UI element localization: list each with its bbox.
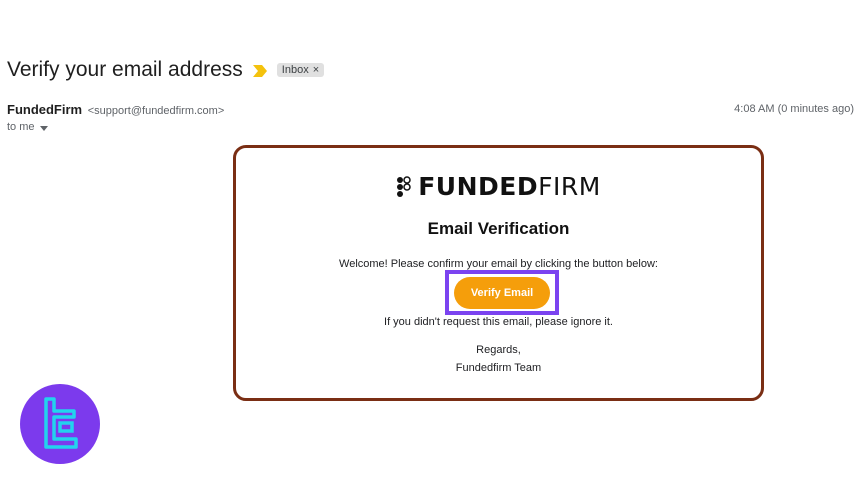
recipient-text: to me: [7, 121, 35, 133]
email-subject: Verify your email address: [7, 58, 243, 81]
welcome-text: Welcome! Please confirm your email by cl…: [339, 258, 658, 270]
regards-text: Regards,: [476, 344, 521, 356]
fundedfirm-logo-icon: [397, 175, 411, 197]
recipient-row[interactable]: to me: [7, 121, 48, 133]
highlight-box: Verify Email: [445, 270, 559, 315]
sender-row: FundedFirm <support@fundedfirm.com>: [7, 102, 224, 117]
subject-row: Verify your email address Inbox ×: [7, 58, 325, 82]
tradingfinder-badge-icon: [20, 384, 100, 464]
verification-title: Email Verification: [427, 219, 570, 238]
verify-email-button[interactable]: Verify Email: [454, 276, 550, 309]
team-signature: Fundedfirm Team: [455, 362, 542, 374]
fundedfirm-logo: FUNDEDFIRM: [236, 172, 761, 201]
inbox-label-text: Inbox: [281, 64, 309, 76]
email-body-card: FUNDEDFIRM Email Verification Welcome! P…: [233, 145, 764, 401]
dropdown-caret-icon[interactable]: [39, 125, 48, 131]
sender-email: <support@fundedfirm.com>: [87, 105, 225, 117]
important-marker-icon[interactable]: [252, 64, 267, 77]
remove-label-icon[interactable]: ×: [313, 64, 319, 76]
email-timestamp: 4:08 AM (0 minutes ago): [734, 103, 854, 115]
ignore-text: If you didn't request this email, please…: [384, 316, 613, 328]
logo-wordmark: FUNDEDFIRM: [418, 172, 601, 201]
sender-name[interactable]: FundedFirm: [7, 102, 82, 117]
inbox-label-chip[interactable]: Inbox ×: [276, 63, 325, 77]
